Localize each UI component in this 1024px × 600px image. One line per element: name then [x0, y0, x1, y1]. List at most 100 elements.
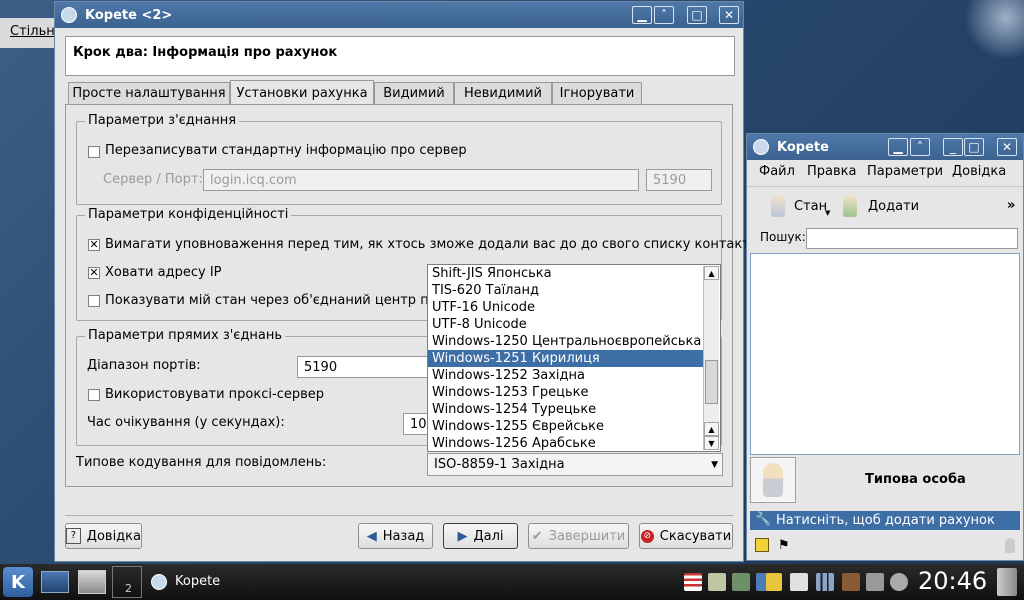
tab-visible[interactable]: Видимий: [374, 82, 454, 104]
scrollbar-thumb[interactable]: [705, 360, 718, 404]
scroll-down-icon[interactable]: ▼: [704, 436, 719, 450]
keyboard-layout-flag-icon[interactable]: [684, 573, 702, 591]
clipboard-tray-icon[interactable]: [708, 573, 726, 591]
kopete-minimize-icon[interactable]: _: [943, 138, 963, 156]
kopete-menubar: Файл Правка Параметри Довідка: [747, 160, 1023, 184]
search-input[interactable]: [806, 228, 1018, 249]
tab-account-settings[interactable]: Установки рахунка: [230, 80, 374, 105]
kopete-maximize-icon[interactable]: □: [964, 138, 984, 156]
show-desktop-icon[interactable]: [41, 571, 69, 593]
kde-menu-icon[interactable]: K: [3, 567, 33, 597]
help-icon: ?: [66, 528, 81, 544]
kopete-keep-above-icon[interactable]: ˄: [910, 138, 930, 156]
help-button[interactable]: ? Довідка: [65, 523, 142, 549]
use-proxy-checkbox[interactable]: [88, 389, 100, 401]
clock[interactable]: 20:46: [918, 567, 987, 595]
dropdown-scrollbar[interactable]: ▲ ▲ ▼: [703, 266, 719, 450]
add-account-text: Натисніть, щоб додати рахунок: [776, 513, 995, 528]
trash-icon[interactable]: [997, 568, 1017, 596]
screenshot-tray-icon[interactable]: [866, 573, 884, 591]
encoding-option[interactable]: Windows-1250 Центральноєвропейська: [428, 333, 703, 350]
minimize-shade-icon[interactable]: ▁: [632, 6, 652, 24]
hide-ip-label: Ховати адресу IP: [105, 265, 222, 280]
tab-ignore[interactable]: Ігнорувати: [552, 82, 642, 104]
maximize-icon[interactable]: □: [687, 6, 707, 24]
tasks-tray-icon[interactable]: [790, 573, 808, 591]
encoding-option[interactable]: Windows-1253 Грецьке: [428, 384, 703, 401]
search-label: Пошук:: [760, 230, 806, 244]
encoding-option[interactable]: UTF-8 Unicode: [428, 316, 703, 333]
keep-above-icon[interactable]: ˄: [654, 6, 674, 24]
direct-group-title: Параметри прямих з'єднань: [85, 328, 286, 343]
encoding-option[interactable]: TIS-620 Таїланд: [428, 282, 703, 299]
encoding-option[interactable]: Windows-1254 Турецьке: [428, 401, 703, 418]
close-icon[interactable]: ✕: [719, 6, 739, 24]
show-status-label: Показувати мій стан через об'єднаний цен…: [105, 293, 457, 308]
scroll-up-icon-lower[interactable]: ▲: [704, 422, 719, 436]
contact-list[interactable]: [750, 253, 1020, 455]
kopete-toolbar: Стан ▼ Додати »: [747, 186, 1023, 227]
wallet-tray-icon[interactable]: [842, 573, 860, 591]
pager-desktop-number: 2: [125, 582, 132, 595]
encoding-label: Типове кодування для повідомлень:: [76, 455, 327, 470]
identity-status-icon[interactable]: [1005, 538, 1015, 553]
add-account-bar[interactable]: 🔧 Натисніть, щоб додати рахунок: [750, 511, 1020, 530]
cancel-button[interactable]: ⊘ Скасувати: [639, 523, 733, 549]
encoding-dropdown-list[interactable]: Shift-JIS Японська TIS-620 Таїланд UTF-16 …: [427, 264, 721, 452]
encoding-option[interactable]: Windows-1252 Західна: [428, 367, 703, 384]
add-contact-button[interactable]: Додати: [868, 199, 919, 214]
desktop-label-text: Стільн: [10, 24, 55, 39]
encoding-option[interactable]: Windows-1251 Кирилиця: [428, 350, 703, 367]
menu-help[interactable]: Довідка: [952, 164, 1006, 179]
file-manager-icon[interactable]: [78, 570, 106, 594]
override-server-label: Перезаписувати стандартну інформацію про…: [105, 143, 467, 158]
chevron-down-icon: ▼: [711, 459, 718, 470]
server-input[interactable]: login.icq.com: [203, 169, 639, 191]
toolbar-more-button[interactable]: »: [1007, 198, 1015, 213]
status-button[interactable]: Стан: [794, 199, 827, 214]
network-tray-icon[interactable]: [732, 573, 750, 591]
override-server-checkbox[interactable]: [88, 146, 100, 158]
kopete-close-icon[interactable]: ✕: [997, 138, 1017, 156]
desktop-folder-label[interactable]: Стільн: [0, 18, 58, 48]
encoding-option[interactable]: Windows-1255 Єврейське: [428, 418, 703, 435]
encoding-option[interactable]: Shift-JIS Японська: [428, 265, 703, 282]
task-kopete-icon: [151, 574, 167, 590]
menu-settings[interactable]: Параметри: [867, 164, 943, 179]
edit-pencil-icon[interactable]: [755, 538, 769, 552]
timeout-input[interactable]: 10: [403, 413, 429, 435]
connection-group-title: Параметри з'єднання: [85, 113, 240, 128]
avatar[interactable]: [750, 457, 796, 503]
pager-desktop[interactable]: 2: [112, 566, 142, 598]
encoding-select[interactable]: ISO-8859-1 Західна ▼: [427, 453, 723, 476]
task-kopete-label: Kopete: [175, 574, 221, 589]
port-range-input[interactable]: 5190: [297, 356, 429, 378]
kopete-shade-icon[interactable]: ▁: [888, 138, 908, 156]
next-button[interactable]: ▶ Далі: [443, 523, 518, 549]
back-button[interactable]: ◀ Назад: [358, 523, 433, 549]
show-status-checkbox[interactable]: [88, 295, 100, 307]
port-range-label: Діапазон портів:: [87, 358, 201, 373]
hide-ip-checkbox[interactable]: ✕: [88, 267, 100, 279]
menu-edit[interactable]: Правка: [807, 164, 856, 179]
signal-tray-icon[interactable]: [816, 573, 834, 591]
notes-tray-icon[interactable]: [766, 573, 782, 591]
scroll-up-icon[interactable]: ▲: [704, 266, 719, 280]
server-port-label: Сервер / Порт:: [103, 172, 203, 187]
finish-button[interactable]: ✔ Завершити: [528, 523, 629, 549]
flag-icon[interactable]: ⚑: [778, 538, 790, 553]
planet-decoration-icon: [964, 0, 1024, 60]
encoding-option[interactable]: UTF-16 Unicode: [428, 299, 703, 316]
kopete-statusbar: ⚑: [750, 535, 1020, 557]
volume-tray-icon[interactable]: [890, 573, 908, 591]
menu-file[interactable]: Файл: [759, 164, 795, 179]
privacy-group-title: Параметри конфіденційності: [85, 207, 292, 222]
timeout-label: Час очікування (у секундах):: [87, 415, 285, 430]
task-kopete-button[interactable]: Kopete: [147, 569, 287, 595]
arrow-left-icon: ◀: [366, 528, 377, 544]
encoding-option[interactable]: Windows-1256 Арабське: [428, 435, 703, 452]
require-auth-checkbox[interactable]: ✕: [88, 239, 100, 251]
port-spinbox[interactable]: 5190: [646, 169, 712, 191]
tab-simple-setup[interactable]: Просте налаштування: [68, 82, 230, 104]
tab-invisible[interactable]: Невидимий: [454, 82, 552, 104]
